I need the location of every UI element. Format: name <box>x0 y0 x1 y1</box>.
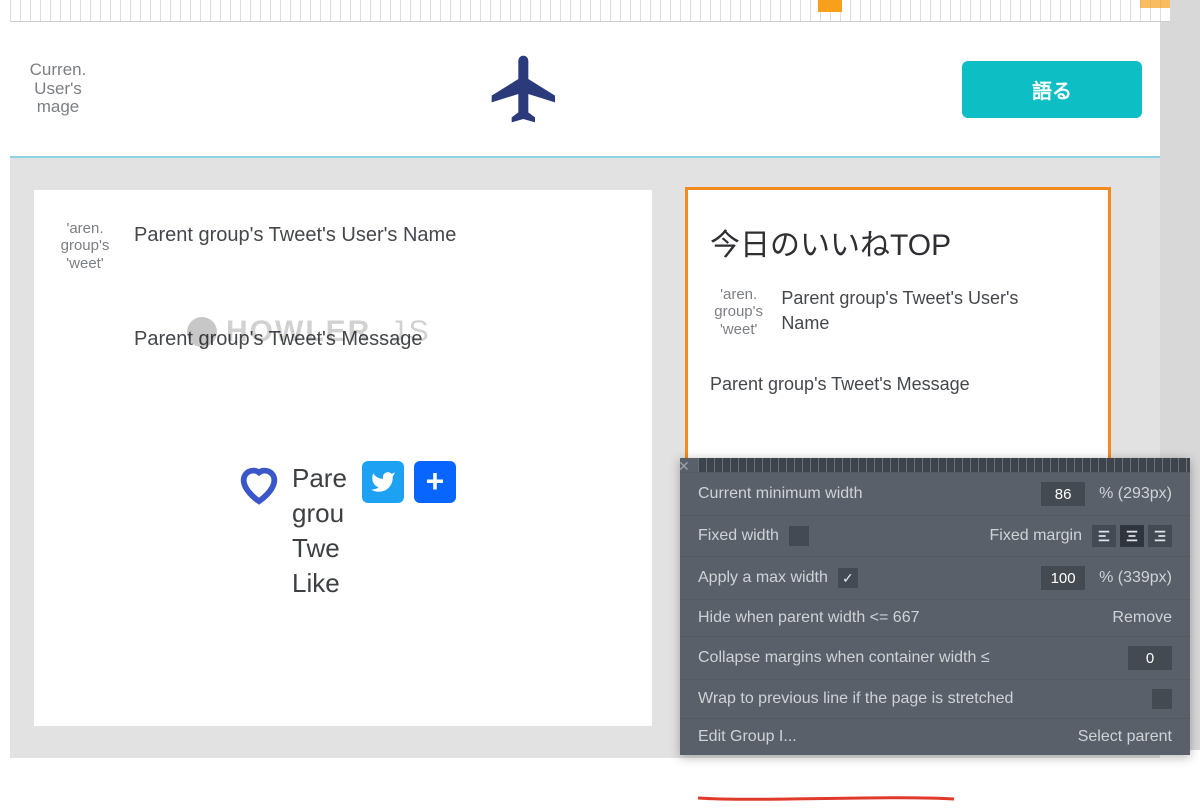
ruler-mark <box>1140 0 1170 8</box>
top-likes-title: 今日のいいねTOP <box>710 220 1068 264</box>
align-right-button[interactable] <box>1148 525 1172 547</box>
align-left-button[interactable] <box>1092 525 1116 547</box>
twitter-icon <box>370 469 396 495</box>
edit-group-link[interactable]: Edit Group I... <box>698 728 797 746</box>
annotation-underline <box>696 790 956 800</box>
apply-max-checkbox[interactable]: ✓ <box>838 568 858 588</box>
talk-button[interactable]: 語る <box>962 61 1142 118</box>
tweet-avatar[interactable]: 'aren. group's 'weet' <box>56 220 114 272</box>
wrap-previous-label: Wrap to previous line if the page is str… <box>698 690 1013 708</box>
select-parent-link[interactable]: Select parent <box>1078 728 1172 746</box>
panel-ruler <box>698 458 1190 472</box>
wrap-checkbox[interactable] <box>1152 689 1172 709</box>
responsive-property-panel[interactable]: ✕ Current minimum width 86 % (293px) Fix… <box>680 458 1190 755</box>
hide-rule-label: Hide when parent width <= 667 <box>698 609 919 627</box>
tweet-avatar-small[interactable]: 'aren. group's 'weet' <box>710 286 767 338</box>
tweet-username: Parent group's Tweet's User's Name <box>134 224 456 272</box>
fixed-margin-label: Fixed margin <box>990 527 1082 545</box>
top-ruler <box>10 0 1200 22</box>
apply-max-label: Apply a max width <box>698 569 828 587</box>
site-header: Curren. User's mage 語る <box>10 22 1160 158</box>
current-user-avatar[interactable]: Curren. User's mage <box>28 61 88 117</box>
align-center-button[interactable] <box>1120 525 1144 547</box>
tweet-actions: Pare grou Twe Like + <box>236 461 612 601</box>
close-icon[interactable]: ✕ <box>678 458 696 476</box>
tweet-message-small: Parent group's Tweet's Message <box>710 372 1068 397</box>
collapse-margins-label: Collapse margins when container width ≤ <box>698 649 990 667</box>
min-width-input[interactable]: 86 <box>1041 482 1085 506</box>
min-width-label: Current minimum width <box>698 485 862 503</box>
add-share-button[interactable]: + <box>414 461 456 503</box>
tweet-message: Parent group's Tweet's Message HOWLER.JS <box>134 328 612 351</box>
tweet-username-small: Parent group's Tweet's User's Name <box>781 286 1068 338</box>
min-width-pct: % (293px) <box>1099 485 1172 503</box>
heart-icon[interactable] <box>236 461 282 512</box>
max-width-pct: % (339px) <box>1099 569 1172 587</box>
like-count-text: Pare grou Twe Like <box>292 461 352 601</box>
logo-plane-icon <box>88 49 962 129</box>
ruler-offcanvas <box>1170 0 1200 22</box>
collapse-width-input[interactable]: 0 <box>1128 646 1172 670</box>
remove-hide-rule-link[interactable]: Remove <box>1112 609 1172 627</box>
twitter-share-button[interactable] <box>362 461 404 503</box>
tweet-card[interactable]: 'aren. group's 'weet' Parent group's Twe… <box>34 190 652 726</box>
margin-align-group <box>1092 525 1172 547</box>
max-width-input[interactable]: 100 <box>1041 566 1085 590</box>
fixed-width-label: Fixed width <box>698 527 779 545</box>
fixed-width-checkbox[interactable] <box>789 526 809 546</box>
